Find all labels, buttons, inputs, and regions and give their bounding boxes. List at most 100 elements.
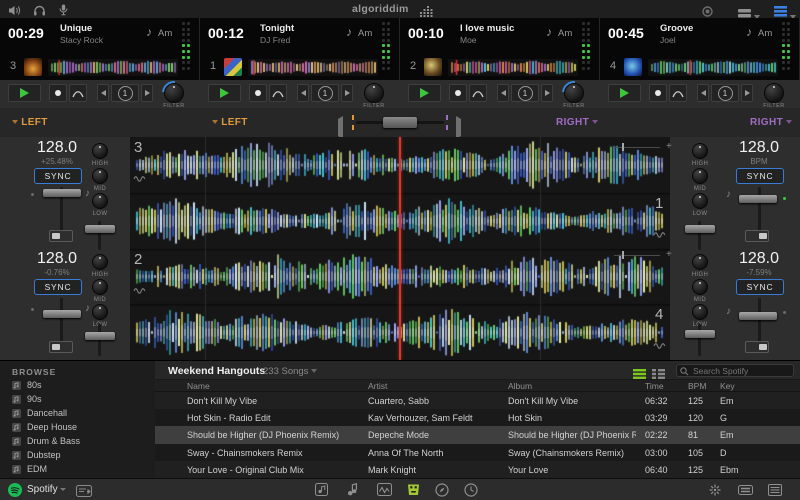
- compass-icon[interactable]: [435, 483, 449, 500]
- play-button[interactable]: [608, 84, 641, 102]
- loop-back-button[interactable]: [97, 84, 109, 102]
- table-row[interactable]: Hot Skin - Radio EditKav Verhouzer, Sam …: [155, 409, 800, 426]
- eq-mid-knob[interactable]: [92, 168, 108, 184]
- eq-high-knob[interactable]: [692, 143, 708, 159]
- sidebar-item[interactable]: Dubstep: [0, 449, 155, 463]
- sidebar-item[interactable]: EDM: [0, 463, 155, 477]
- pitch-bend-button[interactable]: [69, 84, 87, 102]
- volume-fader-handle[interactable]: [85, 332, 115, 340]
- loop-forward-button[interactable]: [341, 84, 353, 102]
- column-header-artist[interactable]: Artist: [368, 381, 387, 391]
- tempo-fader-track[interactable]: [758, 298, 761, 342]
- loop-button[interactable]: 1: [311, 84, 339, 102]
- deck-assign-right-bottom[interactable]: RIGHT: [750, 117, 792, 128]
- mini-waveform[interactable]: [448, 59, 578, 76]
- sidebar-item[interactable]: Drum & Bass: [0, 435, 155, 449]
- tempo-fader-handle[interactable]: [43, 310, 81, 318]
- loop-forward-button[interactable]: [141, 84, 153, 102]
- cue-monitor-toggle[interactable]: [745, 230, 769, 242]
- sidebar-item[interactable]: Deep House: [0, 421, 155, 435]
- zoom-slider[interactable]: [614, 255, 660, 256]
- filter-knob[interactable]: [164, 83, 184, 103]
- waveform-mode-icon[interactable]: [653, 230, 668, 240]
- filter-knob[interactable]: [364, 83, 384, 103]
- cue-button[interactable]: [449, 84, 467, 102]
- source-select[interactable]: Spotify: [27, 484, 66, 495]
- sidebar-item[interactable]: Dancehall: [0, 407, 155, 421]
- eq-low-knob[interactable]: [92, 193, 108, 209]
- cue-monitor-toggle[interactable]: [745, 341, 769, 353]
- pitch-bend-button[interactable]: [269, 84, 287, 102]
- queue-icon[interactable]: [76, 484, 92, 500]
- sync-button[interactable]: SYNC: [736, 168, 784, 184]
- mini-waveform[interactable]: [48, 59, 178, 76]
- zoom-slider-handle[interactable]: [622, 251, 624, 259]
- play-button[interactable]: [8, 84, 41, 102]
- tempo-fader-handle[interactable]: [739, 195, 777, 203]
- zoom-plus-icon[interactable]: +: [666, 141, 672, 152]
- table-row[interactable]: Don't Kill My VibeCuartero, SabbDon't Ki…: [155, 392, 800, 409]
- tempo-fader-handle[interactable]: [739, 312, 777, 320]
- waveform-mode-icon[interactable]: [133, 174, 148, 184]
- filter-knob[interactable]: [564, 83, 584, 103]
- loop-back-button[interactable]: [297, 84, 309, 102]
- deck-assign-left-top[interactable]: LEFT: [12, 117, 48, 128]
- cue-monitor-toggle[interactable]: [49, 230, 73, 242]
- tempo-fader-handle[interactable]: [43, 189, 81, 197]
- loop-button[interactable]: 1: [511, 84, 539, 102]
- table-row[interactable]: Should be Higher (DJ Phoenix Remix)Depec…: [155, 426, 800, 443]
- column-header-time[interactable]: Time: [645, 381, 664, 391]
- deck-assign-right-top[interactable]: RIGHT: [556, 117, 598, 128]
- column-header-key[interactable]: Key: [720, 381, 735, 391]
- history-clock-icon[interactable]: [464, 483, 478, 500]
- fx-sparkle-icon[interactable]: [708, 483, 722, 500]
- loop-forward-button[interactable]: [741, 84, 753, 102]
- artwork-view-icon[interactable]: [315, 483, 329, 500]
- play-button[interactable]: [208, 84, 241, 102]
- column-header-album[interactable]: Album: [508, 381, 532, 391]
- tempo-fader-track[interactable]: [60, 298, 63, 342]
- eq-mid-knob[interactable]: [692, 279, 708, 295]
- loop-button[interactable]: 1: [111, 84, 139, 102]
- search-input[interactable]: [676, 364, 794, 377]
- filter-knob[interactable]: [764, 83, 784, 103]
- sidebar-item[interactable]: 90s: [0, 393, 155, 407]
- volume-fader-track[interactable]: [98, 324, 101, 356]
- eq-mid-knob[interactable]: [92, 279, 108, 295]
- song-count[interactable]: 233 Songs: [263, 366, 317, 377]
- waveform-mode-icon[interactable]: [653, 341, 668, 351]
- cue-button[interactable]: [649, 84, 667, 102]
- crates-icon[interactable]: [406, 483, 421, 500]
- eq-low-knob[interactable]: [692, 304, 708, 320]
- zoom-plus-icon[interactable]: +: [666, 249, 672, 260]
- sync-button[interactable]: SYNC: [34, 279, 82, 295]
- column-header-name[interactable]: Name: [187, 381, 210, 391]
- eq-low-knob[interactable]: [692, 193, 708, 209]
- zoom-slider-handle[interactable]: [622, 143, 624, 151]
- eq-high-knob[interactable]: [92, 143, 108, 159]
- volume-fader-handle[interactable]: [685, 330, 715, 338]
- loop-back-button[interactable]: [697, 84, 709, 102]
- volume-fader-handle[interactable]: [685, 225, 715, 233]
- deck-assign-left-bottom[interactable]: LEFT: [212, 117, 248, 128]
- eq-low-knob[interactable]: [92, 304, 108, 320]
- keyboard-icon[interactable]: [738, 483, 753, 500]
- eq-high-knob[interactable]: [92, 254, 108, 270]
- loop-button[interactable]: 1: [711, 84, 739, 102]
- cue-button[interactable]: [49, 84, 67, 102]
- sync-button[interactable]: SYNC: [34, 168, 82, 184]
- crossfader-handle[interactable]: [383, 117, 417, 128]
- volume-fader-handle[interactable]: [85, 225, 115, 233]
- cue-monitor-toggle[interactable]: [49, 341, 73, 353]
- crossfader-left-arrow[interactable]: [338, 119, 343, 137]
- zoom-slider[interactable]: [614, 147, 660, 148]
- loop-forward-button[interactable]: [541, 84, 553, 102]
- cue-button[interactable]: [249, 84, 267, 102]
- mini-waveform[interactable]: [248, 59, 378, 76]
- waveform-view-icon[interactable]: [377, 483, 392, 500]
- music-note-icon[interactable]: [347, 483, 359, 500]
- sync-button[interactable]: SYNC: [736, 279, 784, 295]
- waveform-mode-icon[interactable]: [133, 286, 148, 296]
- pitch-bend-button[interactable]: [669, 84, 687, 102]
- loop-back-button[interactable]: [497, 84, 509, 102]
